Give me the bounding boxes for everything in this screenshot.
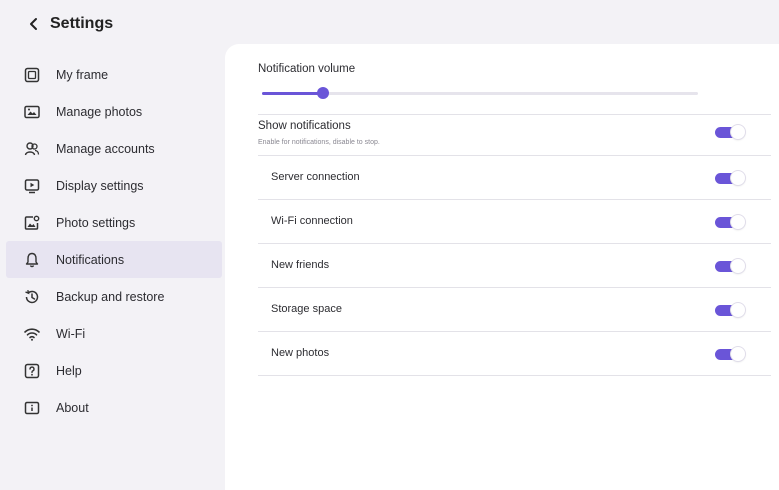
divider <box>258 331 771 332</box>
show-notifications-sublabel: Enable for notifications, disable to sto… <box>258 139 380 146</box>
notification-volume-label: Notification volume <box>258 63 356 75</box>
accounts-icon <box>23 140 41 158</box>
server-connection-label: Server connection <box>271 171 360 183</box>
sidebar-item-label: My frame <box>56 67 109 82</box>
show-notifications-label: Show notifications <box>258 120 351 132</box>
sidebar-item-label: Notifications <box>56 252 125 267</box>
server-connection-toggle[interactable] <box>715 171 745 185</box>
slider-fill <box>262 92 324 95</box>
sidebar-item-photo-settings[interactable]: Photo settings <box>6 204 222 241</box>
divider <box>258 287 771 288</box>
slider-thumb[interactable] <box>317 87 330 99</box>
divider <box>258 375 771 376</box>
sidebar-item-backup-restore[interactable]: Backup and restore <box>6 278 222 315</box>
backup-icon <box>23 288 41 306</box>
sidebar-item-label: About <box>56 400 89 415</box>
about-icon <box>23 399 41 417</box>
sidebar-item-label: Manage photos <box>56 104 143 119</box>
sidebar-item-manage-accounts[interactable]: Manage accounts <box>6 130 222 167</box>
sidebar-item-help[interactable]: Help <box>6 352 222 389</box>
toggle-knob <box>731 125 745 139</box>
frame-icon <box>23 66 41 84</box>
toggle-knob <box>731 171 745 185</box>
sidebar-item-label: Display settings <box>56 178 144 193</box>
top-bar: Settings <box>0 0 779 48</box>
page-title: Settings <box>50 15 114 32</box>
new-photos-label: New photos <box>271 347 330 359</box>
photos-icon <box>23 103 41 121</box>
sidebar-item-manage-photos[interactable]: Manage photos <box>6 93 222 130</box>
storage-space-toggle[interactable] <box>715 303 745 317</box>
new-photos-toggle[interactable] <box>715 347 745 361</box>
display-icon <box>23 177 41 195</box>
sidebar-item-about[interactable]: About <box>6 389 222 426</box>
sidebar: My frame Manage photos Manage accounts D… <box>6 56 222 426</box>
toggle-knob <box>731 259 745 273</box>
back-chevron-icon[interactable] <box>20 10 48 38</box>
wifi-connection-label: Wi-Fi connection <box>271 215 353 227</box>
photo-settings-icon <box>23 214 41 232</box>
toggle-knob <box>731 215 745 229</box>
sidebar-item-label: Photo settings <box>56 215 136 230</box>
toggle-knob <box>731 347 745 361</box>
new-friends-toggle[interactable] <box>715 259 745 273</box>
sidebar-item-wifi[interactable]: Wi-Fi <box>6 315 222 352</box>
help-icon <box>23 362 41 380</box>
divider <box>258 199 771 200</box>
wifi-icon <box>23 325 41 343</box>
sidebar-item-label: Wi-Fi <box>56 326 86 341</box>
divider <box>258 155 771 156</box>
sidebar-item-my-frame[interactable]: My frame <box>6 56 222 93</box>
storage-space-label: Storage space <box>271 303 342 315</box>
bell-icon <box>23 251 41 269</box>
divider <box>258 114 771 115</box>
new-friends-label: New friends <box>271 259 330 271</box>
sidebar-item-notifications[interactable]: Notifications <box>6 241 222 278</box>
notification-volume-slider[interactable] <box>262 86 698 102</box>
divider <box>258 243 771 244</box>
sidebar-item-label: Help <box>56 363 82 378</box>
toggle-knob <box>731 303 745 317</box>
notifications-panel: Notification volume Show notifications E… <box>225 44 779 490</box>
sidebar-item-label: Backup and restore <box>56 289 165 304</box>
show-notifications-toggle[interactable] <box>715 125 745 139</box>
sidebar-item-label: Manage accounts <box>56 141 155 156</box>
wifi-connection-toggle[interactable] <box>715 215 745 229</box>
sidebar-item-display-settings[interactable]: Display settings <box>6 167 222 204</box>
